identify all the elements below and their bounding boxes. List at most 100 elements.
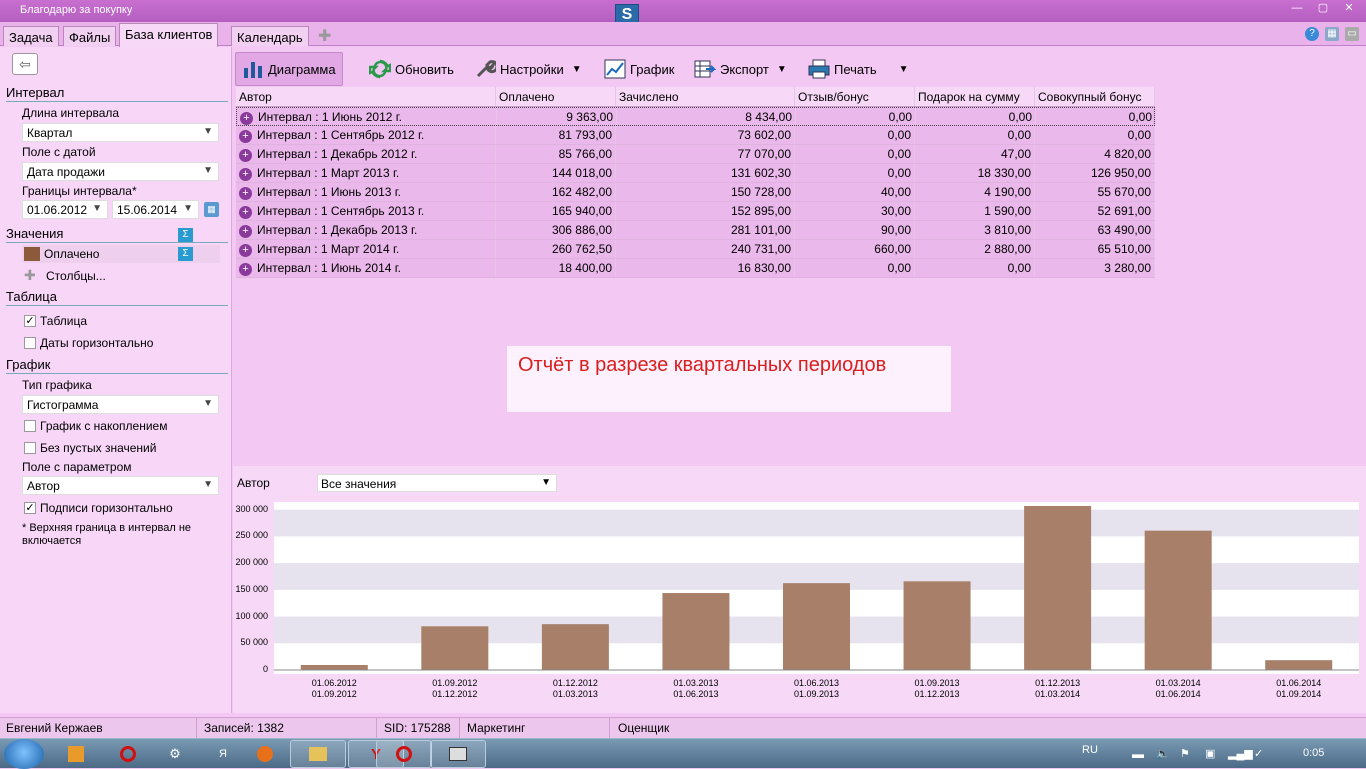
network-app-icon[interactable]: ⚙ [150,740,200,768]
add-tab-icon[interactable]: ✚ [318,26,331,46]
table-row[interactable]: + Интервал : 1 Июнь 2014 г. 18 400,00 16 83… [236,259,1155,278]
dates-horizontal-checkbox[interactable] [24,337,36,349]
table-cell: 126 950,00 [1035,164,1155,182]
column-header[interactable]: Отзыв/бонус [795,87,915,106]
media-player-icon[interactable] [48,740,104,768]
sum-icon[interactable]: Σ [178,247,193,261]
tab-files[interactable]: Файлы [63,26,117,46]
firefox-icon[interactable] [240,740,290,768]
cell-text: 85 766,00 [558,147,612,161]
maximize-button[interactable]: ▢ [1310,0,1336,16]
chart-bar[interactable] [662,593,730,670]
expand-icon[interactable]: + [239,206,252,219]
chart-bar[interactable] [1265,660,1333,670]
app-window-icon[interactable] [430,740,486,768]
section-interval: Интервал [6,85,228,102]
table-cell: 150 728,00 [616,183,795,201]
help-icon[interactable]: ? [1305,27,1319,41]
labels-horizontal-checkbox[interactable]: ✓ [24,502,36,514]
action-center-icon[interactable]: ⚑ [1180,747,1190,760]
tab-clients[interactable]: База клиентов [119,23,219,47]
column-header[interactable]: Подарок на сумму [915,87,1035,106]
minimize-button[interactable]: — [1284,0,1310,16]
opera-window-icon[interactable] [376,740,432,768]
column-header[interactable]: Совокупный бонус [1035,87,1155,106]
columns-link[interactable]: Столбцы... [46,269,106,283]
column-header[interactable]: Зачислено [616,87,795,106]
add-icon[interactable]: ✚ [24,267,36,284]
date-to-picker[interactable]: 15.06.2014 ▼ [112,200,199,219]
signal-icon[interactable]: ▂▄▆ [1228,747,1253,760]
table-checkbox[interactable]: ✓ [24,315,36,327]
date-from-picker[interactable]: 01.06.2012 ▼ [22,200,108,219]
table-row[interactable]: + Интервал : 1 Декабрь 2012 г. 85 766,00 77… [236,145,1155,164]
settings-button[interactable]: Настройки ▼ [474,52,582,86]
expand-icon[interactable]: + [239,149,252,162]
chart-type-select[interactable]: Гистограмма ▼ [22,395,219,414]
table-row[interactable]: + Интервал : 1 Сентябрь 2012 г. 81 793,00 7… [236,126,1155,145]
table-check-label: Таблица [40,314,88,328]
x-label-start: 01.09.2013 [914,678,960,688]
table-cell: 3 810,00 [915,221,1035,239]
refresh-button[interactable]: Обновить [369,52,454,86]
chart-bar[interactable] [1024,506,1092,670]
tab-calendar[interactable]: Календарь [231,26,309,46]
author-filter-select[interactable]: Все значения ▼ [317,474,557,492]
close-button[interactable]: ✕ [1336,0,1362,16]
volume-icon[interactable]: 🔈 [1156,747,1170,760]
export-button[interactable]: Экспорт ▼ [694,52,787,86]
chart-bar[interactable] [903,581,971,670]
x-label-start: 01.12.2012 [552,678,598,688]
taskbar: ⚙ Я Y RU ▬ 🔈 ⚑ ▣ ▂▄▆ ✓ 0:05 [0,738,1366,769]
date-field-select[interactable]: Дата продажи ▼ [22,162,219,181]
column-header[interactable]: Автор [236,87,496,106]
chart-bar[interactable] [541,624,609,670]
start-button[interactable] [4,739,44,769]
device-icon[interactable]: ▣ [1205,747,1215,760]
window-icon[interactable]: ▭ [1345,27,1359,41]
interval-length-select[interactable]: Квартал ▼ [22,123,219,142]
chart-bar[interactable] [1144,530,1212,670]
value-item-label: Оплачено [44,247,100,261]
table-row[interactable]: + Интервал : 1 Декабрь 2013 г. 306 886,00 2… [236,221,1155,240]
chart-bar[interactable] [300,664,368,670]
diagram-button[interactable]: Диаграмма [235,52,343,86]
clock[interactable]: 0:05 [1303,747,1324,759]
param-select[interactable]: Автор ▼ [22,476,219,495]
calendar-picker-icon[interactable]: ▦ [204,202,219,217]
expand-icon[interactable]: + [239,130,252,143]
security-icon[interactable]: ✓ [1254,747,1263,760]
section-values: Значения [6,226,228,243]
chart-bar[interactable] [421,626,489,670]
language-indicator[interactable]: RU [1082,744,1098,756]
expand-icon[interactable]: + [240,112,253,125]
table-row[interactable]: + Интервал : 1 Март 2013 г. 144 018,00 131 … [236,164,1155,183]
expand-icon[interactable]: + [239,225,252,238]
back-arrow-icon[interactable]: ⇦ [12,53,38,75]
flag-icon[interactable]: ▬ [1132,747,1144,761]
sum-icon[interactable]: Σ [178,228,193,242]
table-row[interactable]: + Интервал : 1 Июнь 2012 г. 9 363,00 8 434,… [236,107,1156,126]
tab-task[interactable]: Задача [3,26,59,46]
explorer-icon[interactable] [290,740,346,768]
cell-text: 660,00 [874,242,911,256]
cell-text: Интервал : 1 Июнь 2013 г. [257,185,401,199]
table-row[interactable]: + Интервал : 1 Сентябрь 2013 г. 165 940,00… [236,202,1155,221]
expand-icon[interactable]: + [239,168,252,181]
calendar-icon[interactable]: ▦ [1325,27,1339,41]
table-cell: 0,00 [795,164,915,182]
expand-icon[interactable]: + [239,187,252,200]
print-button[interactable]: Печать ▼ [808,52,909,86]
table-row[interactable]: + Интервал : 1 Март 2014 г. 260 762,50 240 … [236,240,1155,259]
cumulative-checkbox[interactable] [24,420,36,432]
table-row[interactable]: + Интервал : 1 Июнь 2013 г. 162 482,00 150 … [236,183,1155,202]
expand-icon[interactable]: + [239,244,252,257]
table-cell: + Интервал : 1 Декабрь 2013 г. [236,221,496,239]
cell-text: 0,00 [1008,110,1032,124]
column-header[interactable]: Оплачено [496,87,616,106]
opera-icon[interactable] [100,740,156,768]
expand-icon[interactable]: + [239,263,252,276]
graph-button[interactable]: График [604,52,674,86]
no-empty-checkbox[interactable] [24,442,36,454]
chart-bar[interactable] [783,583,850,670]
